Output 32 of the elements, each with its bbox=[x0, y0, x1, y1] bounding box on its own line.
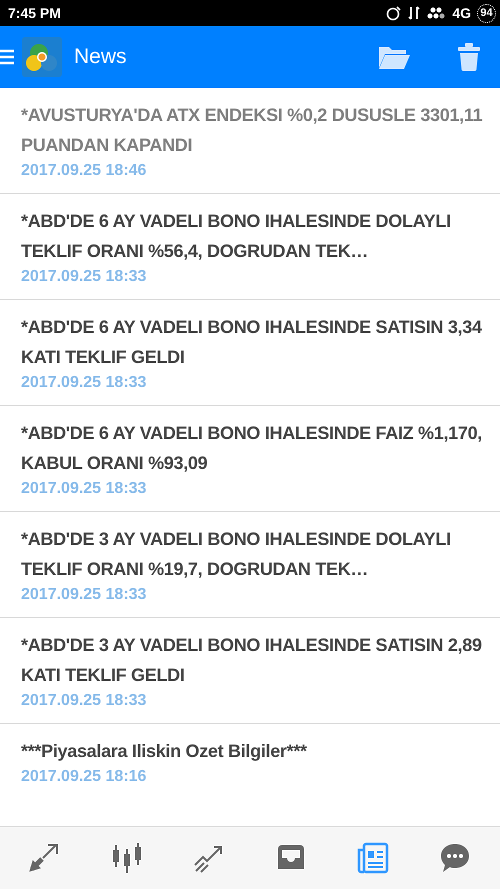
news-time: 2017.09.25 18:33 bbox=[21, 585, 148, 605]
news-item[interactable]: *ABD'DE 3 AY VADELI BONO IHALESINDE DOLAYLI TEKLIF ORANI %19,7, DOGRUDAN TEK… 2017.09.25 18:33 bbox=[0, 512, 500, 618]
alarm-icon bbox=[386, 5, 402, 21]
data-arrows-icon bbox=[408, 5, 420, 21]
news-item[interactable]: *AVUSTURYA'DA ATX ENDEKSI %0,2 DUSUSLE 3301,11 PUANDAN KAPANDI 2017.09.25 18:46 bbox=[0, 88, 500, 194]
news-time: 2017.09.25 18:33 bbox=[21, 267, 148, 287]
news-headline: *ABD'DE 6 AY VADELI BONO IHALESINDE FAIZ %1,170, KABUL ORANI %93,09 bbox=[21, 422, 483, 475]
network-type: 4G bbox=[452, 5, 471, 21]
news-headline: *ABD'DE 6 AY VADELI BONO IHALESINDE SATISIN 3,34 KATI TEKLIF GELDI bbox=[21, 316, 483, 369]
news-headline: *AVUSTURYA'DA ATX ENDEKSI %0,2 DUSUSLE 3301,11 PUANDAN KAPANDI bbox=[21, 104, 484, 157]
folder-icon[interactable] bbox=[378, 44, 410, 70]
news-time: 2017.09.25 18:16 bbox=[21, 767, 148, 787]
news-time: 2017.09.25 18:33 bbox=[21, 373, 148, 393]
app-logo-icon bbox=[22, 37, 62, 77]
trash-icon[interactable] bbox=[458, 43, 480, 71]
signal-dots-icon bbox=[426, 6, 446, 20]
news-item[interactable]: ***Piyasalara Iliskin Ozet Bilgiler*** 2017.09.25 18:16 bbox=[0, 724, 500, 808]
news-headline: *ABD'DE 6 AY VADELI BONO IHALESINDE DOLAYLI TEKLIF ORANI %56,4, DOGRUDAN TEK… bbox=[21, 210, 452, 263]
screen-title: News bbox=[74, 45, 127, 69]
news-headline: *ABD'DE 3 AY VADELI BONO IHALESINDE DOLAYLI TEKLIF ORANI %19,7, DOGRUDAN TEK… bbox=[21, 528, 452, 581]
news-headline: ***Piyasalara Iliskin Ozet Bilgiler*** bbox=[21, 740, 308, 763]
battery-level: 94 bbox=[477, 4, 496, 22]
news-time: 2017.09.25 18:33 bbox=[21, 479, 148, 499]
news-headline: *ABD'DE 3 AY VADELI BONO IHALESINDE SATISIN 2,89 KATI TEKLIF GELDI bbox=[21, 634, 483, 687]
news-time: 2017.09.25 18:33 bbox=[21, 691, 148, 711]
menu-icon[interactable] bbox=[0, 49, 14, 65]
news-time: 2017.09.25 18:46 bbox=[21, 161, 148, 181]
news-item[interactable]: *ABD'DE 3 AY VADELI BONO IHALESINDE SATISIN 2,89 KATI TEKLIF GELDI 2017.09.25 18:33 bbox=[0, 618, 500, 724]
news-item[interactable]: *ABD'DE 6 AY VADELI BONO IHALESINDE SATISIN 3,34 KATI TEKLIF GELDI 2017.09.25 18:33 bbox=[0, 300, 500, 406]
news-item[interactable]: *ABD'DE 6 AY VADELI BONO IHALESINDE DOLAYLI TEKLIF ORANI %56,4, DOGRUDAN TEK… 2017.09.25 18:33 bbox=[0, 194, 500, 300]
news-item[interactable]: *ABD'DE 6 AY VADELI BONO IHALESINDE FAIZ %1,170, KABUL ORANI %93,09 2017.09.25 18:33 bbox=[0, 406, 500, 512]
status-time: 7:45 PM bbox=[8, 5, 61, 21]
